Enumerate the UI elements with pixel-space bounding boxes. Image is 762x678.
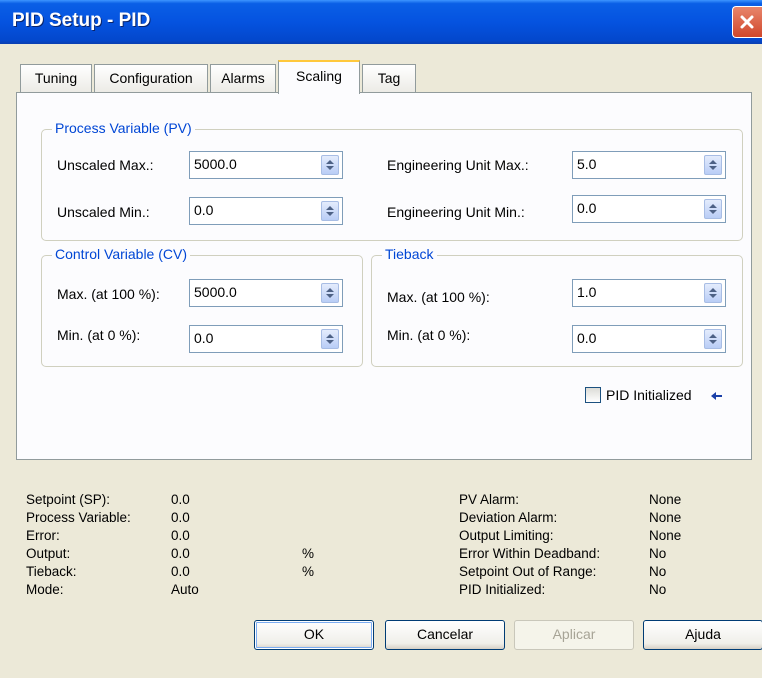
tieback-max-value: 1.0 xyxy=(577,284,597,300)
spin-arrows-icon xyxy=(326,206,334,216)
status-unit xyxy=(302,581,314,599)
pid-initialized-checkbox[interactable] xyxy=(585,387,601,403)
spin-button[interactable] xyxy=(704,283,722,303)
status-label: Output: xyxy=(26,546,71,561)
status-label: Error: xyxy=(26,528,60,543)
status-labels-left: Setpoint (SP): Process Variable: Error: … xyxy=(26,491,131,599)
spin-arrows-icon xyxy=(326,288,334,298)
pv-group-title: Process Variable (PV) xyxy=(52,120,195,136)
status-value: Auto xyxy=(171,582,199,597)
eu-max-label: Engineering Unit Max.: xyxy=(387,157,529,173)
cv-max-label: Max. (at 100 %): xyxy=(57,286,160,302)
tieback-max-spinner[interactable]: 1.0 xyxy=(572,279,726,307)
pid-initialized-label: PID Initialized xyxy=(606,387,692,403)
ok-button[interactable]: OK xyxy=(254,620,374,650)
spin-button[interactable] xyxy=(704,199,722,219)
apply-button[interactable]: Aplicar xyxy=(514,620,634,650)
spin-button[interactable] xyxy=(321,283,339,303)
status-unit xyxy=(302,491,314,509)
tab-alarms[interactable]: Alarms xyxy=(210,64,276,92)
tab-tag[interactable]: Tag xyxy=(362,64,416,92)
status-value: None xyxy=(649,492,682,507)
tab-configuration[interactable]: Configuration xyxy=(94,64,208,92)
unscaled-min-label: Unscaled Min.: xyxy=(57,204,150,220)
spin-arrows-icon xyxy=(709,288,717,298)
spin-button[interactable] xyxy=(321,201,339,221)
unscaled-min-spinner[interactable]: 0.0 xyxy=(189,197,343,225)
title-bar[interactable]: PID Setup - PID xyxy=(0,0,762,44)
spin-button[interactable] xyxy=(321,329,339,349)
tieback-max-label: Max. (at 100 %): xyxy=(387,289,490,305)
status-units-left: % % xyxy=(302,491,314,599)
unscaled-min-value: 0.0 xyxy=(194,202,214,218)
unscaled-max-spinner[interactable]: 5000.0 xyxy=(189,151,343,179)
status-label: Output Limiting: xyxy=(459,528,554,543)
status-value: None xyxy=(649,528,682,543)
status-value: None xyxy=(649,510,682,525)
status-value: 0.0 xyxy=(171,528,190,543)
pv-group: Process Variable (PV) xyxy=(41,120,743,241)
help-button[interactable]: Ajuda xyxy=(643,620,762,650)
tab-scaling[interactable]: Scaling xyxy=(278,60,360,94)
close-button[interactable] xyxy=(732,6,762,38)
status-label: Mode: xyxy=(26,582,64,597)
cv-min-value: 0.0 xyxy=(194,330,214,346)
arrow-left-icon xyxy=(711,392,722,400)
cancel-button[interactable]: Cancelar xyxy=(385,620,505,650)
status-label: PID Initialized: xyxy=(459,582,546,597)
status-value: No xyxy=(649,564,667,579)
eu-min-value: 0.0 xyxy=(577,200,597,216)
status-label: Process Variable: xyxy=(26,510,131,525)
status-value: No xyxy=(649,582,667,597)
unscaled-max-value: 5000.0 xyxy=(194,156,237,172)
cv-max-spinner[interactable]: 5000.0 xyxy=(189,279,343,307)
status-label: Setpoint Out of Range: xyxy=(459,564,597,579)
spin-button[interactable] xyxy=(704,329,722,349)
status-unit xyxy=(302,509,314,527)
status-unit: % xyxy=(302,546,315,561)
status-value: 0.0 xyxy=(171,510,190,525)
scaling-panel: Process Variable (PV) Unscaled Max.: 500… xyxy=(16,92,752,460)
eu-min-label: Engineering Unit Min.: xyxy=(387,204,525,220)
status-label: Setpoint (SP): xyxy=(26,492,111,507)
tieback-min-spinner[interactable]: 0.0 xyxy=(572,325,726,353)
status-unit xyxy=(302,527,314,545)
spin-arrows-icon xyxy=(326,334,334,344)
spin-button[interactable] xyxy=(704,155,722,175)
status-values-right: None None None No No No xyxy=(649,491,681,599)
window-title: PID Setup - PID xyxy=(12,10,151,31)
spin-button[interactable] xyxy=(321,155,339,175)
status-label: Error Within Deadband: xyxy=(459,546,601,561)
status-value: 0.0 xyxy=(171,546,190,561)
spin-arrows-icon xyxy=(709,160,717,170)
tieback-group-title: Tieback xyxy=(382,246,437,262)
spin-arrows-icon xyxy=(709,204,717,214)
status-value: 0.0 xyxy=(171,492,190,507)
cv-max-value: 5000.0 xyxy=(194,284,237,300)
status-unit: % xyxy=(302,564,315,579)
tieback-min-label: Min. (at 0 %): xyxy=(387,327,471,343)
eu-max-spinner[interactable]: 5.0 xyxy=(572,151,726,179)
cv-min-label: Min. (at 0 %): xyxy=(57,327,141,343)
eu-min-spinner[interactable]: 0.0 xyxy=(572,195,726,223)
status-labels-right: PV Alarm: Deviation Alarm: Output Limiti… xyxy=(459,491,600,599)
cv-group-title: Control Variable (CV) xyxy=(52,246,191,262)
status-value: 0.0 xyxy=(171,564,190,579)
spin-arrows-icon xyxy=(709,334,717,344)
status-label: PV Alarm: xyxy=(459,492,520,507)
unscaled-max-label: Unscaled Max.: xyxy=(57,157,154,173)
status-label: Deviation Alarm: xyxy=(459,510,558,525)
eu-max-value: 5.0 xyxy=(577,156,597,172)
cv-min-spinner[interactable]: 0.0 xyxy=(189,325,343,353)
status-value: No xyxy=(649,546,667,561)
tab-tuning[interactable]: Tuning xyxy=(20,64,92,92)
spin-arrows-icon xyxy=(326,160,334,170)
status-label: Tieback: xyxy=(26,564,77,579)
tieback-min-value: 0.0 xyxy=(577,330,597,346)
close-icon xyxy=(740,15,754,29)
status-values-left: 0.0 0.0 0.0 0.0 0.0 Auto xyxy=(171,491,199,599)
